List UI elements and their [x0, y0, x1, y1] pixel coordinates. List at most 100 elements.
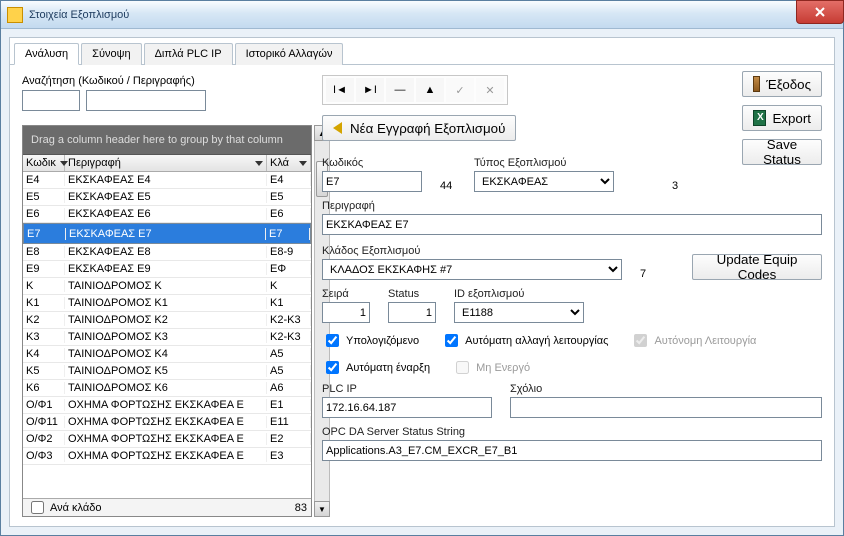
opc-label: OPC DA Server Status String [322, 426, 822, 438]
plc-input[interactable] [322, 397, 492, 418]
table-cell: ΤΑΙΝΙΟΔΡΟΜΟΣ K2 [65, 314, 267, 326]
tab-label: Σύνοψη [92, 48, 130, 60]
grid-footer: Ανά κλάδο 83 [23, 498, 311, 516]
table-row[interactable]: Ο/Φ1ΟΧΗΜΑ ΦΟΡΤΩΣΗΣ ΕΚΣΚΑΦΕΑ ΕE1 [23, 397, 311, 414]
table-cell: K2-K3 [267, 314, 311, 326]
exit-button[interactable]: Έξοδος [742, 71, 822, 97]
table-cell: E9 [23, 263, 65, 275]
table-cell: E3 [267, 450, 311, 462]
table-row[interactable]: K4ΤΑΙΝΙΟΔΡΟΜΟΣ K4A5 [23, 346, 311, 363]
search-desc-input[interactable] [86, 90, 206, 111]
autonomous-checkbox: Αυτόνομη Λειτουργία [630, 331, 756, 350]
col-header-branch[interactable]: Κλά [267, 155, 311, 171]
table-cell: ΕΚΣΚΑΦΕΑΣ Ε5 [65, 191, 267, 203]
tab-summary[interactable]: Σύνοψη [81, 43, 141, 65]
nav-first-button[interactable]: I◄ [326, 78, 354, 102]
table-cell: ΤΑΙΝΙΟΔΡΟΜΟΣ K1 [65, 297, 267, 309]
per-branch-checkbox[interactable]: Ανά κλάδο [27, 498, 102, 517]
col-label: Κωδικ [26, 157, 56, 169]
table-cell: ΤΑΙΝΙΟΔΡΟΜΟΣ K [65, 280, 267, 292]
auto-mode-checkbox[interactable]: Αυτόματη αλλαγή λειτουργίας [441, 331, 608, 350]
table-row[interactable]: K6ΤΑΙΝΙΟΔΡΟΜΟΣ K6A6 [23, 380, 311, 397]
table-row[interactable]: K3ΤΑΙΝΙΟΔΡΟΜΟΣ K3K2-K3 [23, 329, 311, 346]
auto-mode-check[interactable] [445, 334, 458, 347]
series-label: Σειρά [322, 288, 370, 300]
app-icon [7, 7, 23, 23]
type-select[interactable]: ΕΚΣΚΑΦΕΑΣ [474, 171, 614, 192]
table-row[interactable]: KΤΑΙΝΙΟΔΡΟΜΟΣ KK [23, 278, 311, 295]
nav-cancel-button[interactable]: ✕ [476, 78, 504, 102]
nav-post-button[interactable]: ▲ [416, 78, 444, 102]
nav-edit-button[interactable]: ✓ [446, 78, 474, 102]
table-cell: K [23, 280, 65, 292]
table-row[interactable]: K1ΤΑΙΝΙΟΔΡΟΜΟΣ K1K1 [23, 295, 311, 312]
table-cell: A5 [267, 365, 311, 377]
tab-analysis[interactable]: Ανάλυση [14, 43, 79, 65]
search-label: Αναζήτηση (Κωδικού / Περιγραφής) [22, 75, 312, 87]
button-label: Save Status [753, 137, 811, 167]
table-cell: ΟΧΗΜΑ ΦΟΡΤΩΣΗΣ ΕΚΣΚΑΦΕΑ Ε [65, 450, 267, 462]
dropdown-icon[interactable] [299, 161, 307, 166]
code-input[interactable] [322, 171, 422, 192]
table-row[interactable]: E4ΕΚΣΚΑΦΕΑΣ Ε4E4 [23, 172, 311, 189]
equip-id-select[interactable]: E1188 [454, 302, 584, 323]
main-window: Στοιχεία Εξοπλισμού Ανάλυση Σύνοψη Διπλά… [0, 0, 844, 536]
nav-delete-button[interactable]: — [386, 78, 414, 102]
series-input[interactable] [322, 302, 370, 323]
col-header-code[interactable]: Κωδικ [23, 155, 65, 171]
table-row[interactable]: E9ΕΚΣΚΑΦΕΑΣ Ε9ΕΦ [23, 261, 311, 278]
table-row[interactable]: K2ΤΑΙΝΙΟΔΡΟΜΟΣ K2K2-K3 [23, 312, 311, 329]
right-pane: I◄ ►I — ▲ ✓ ✕ Έξοδος Export Save Status … [322, 75, 822, 517]
table-cell: E1 [267, 399, 311, 411]
auto-start-checkbox[interactable]: Αυτόματη έναρξη [322, 358, 430, 377]
equipment-grid[interactable]: Drag a column header here to group by th… [22, 125, 312, 517]
opc-input[interactable] [322, 440, 822, 461]
close-button[interactable] [796, 0, 844, 24]
table-row[interactable]: E6ΕΚΣΚΑΦΕΑΣ Ε6E6 [23, 206, 311, 223]
col-header-desc[interactable]: Περιγραφή [65, 155, 267, 171]
table-row[interactable]: E7ΕΚΣΚΑΦΕΑΣ Ε7E7 [23, 223, 311, 244]
table-cell: K5 [23, 365, 65, 377]
inactive-checkbox: Μη Ενεργό [452, 358, 530, 377]
button-label: Έξοδος [766, 77, 811, 92]
table-cell: Ο/Φ11 [23, 416, 65, 428]
per-branch-check[interactable] [31, 501, 44, 514]
table-row[interactable]: Ο/Φ11ΟΧΗΜΑ ΦΟΡΤΩΣΗΣ ΕΚΣΚΑΦΕΑ ΕE11 [23, 414, 311, 431]
table-row[interactable]: Ο/Φ2ΟΧΗΜΑ ΦΟΡΤΩΣΗΣ ΕΚΣΚΑΦΕΑ ΕE2 [23, 431, 311, 448]
save-status-button[interactable]: Save Status [742, 139, 822, 165]
table-cell: K4 [23, 348, 65, 360]
tab-dup-plc[interactable]: Διπλά PLC IP [144, 43, 233, 65]
nav-last-button[interactable]: ►I [356, 78, 384, 102]
table-cell: E5 [23, 191, 65, 203]
comment-input[interactable] [510, 397, 822, 418]
computed-check[interactable] [326, 334, 339, 347]
table-row[interactable]: Ο/Φ3ΟΧΗΜΑ ΦΟΡΤΩΣΗΣ ΕΚΣΚΑΦΕΑ ΕE3 [23, 448, 311, 465]
table-row[interactable]: E8ΕΚΣΚΑΦΕΑΣ Ε8E8-9 [23, 244, 311, 261]
auto-start-check[interactable] [326, 361, 339, 374]
grid-group-panel[interactable]: Drag a column header here to group by th… [23, 126, 311, 155]
table-cell: E6 [267, 208, 311, 220]
update-equip-button[interactable]: Update Equip Codes [692, 254, 822, 280]
table-cell: E6 [23, 208, 65, 220]
status-input[interactable] [388, 302, 436, 323]
check-label: Αυτόματη αλλαγή λειτουργίας [465, 335, 608, 347]
tab-history[interactable]: Ιστορικό Αλλαγών [235, 43, 344, 65]
table-row[interactable]: K5ΤΑΙΝΙΟΔΡΟΜΟΣ K5A5 [23, 363, 311, 380]
table-cell: ΟΧΗΜΑ ΦΟΡΤΩΣΗΣ ΕΚΣΚΑΦΕΑ Ε [65, 399, 267, 411]
dropdown-icon[interactable] [255, 161, 263, 166]
computed-checkbox[interactable]: Υπολογιζόμενο [322, 331, 419, 350]
desc-input[interactable] [322, 214, 822, 235]
branch-select[interactable]: ΚΛΑΔΟΣ ΕΚΣΚΑΦΗΣ #7 [322, 259, 622, 280]
table-row[interactable]: E5ΕΚΣΚΑΦΕΑΣ Ε5E5 [23, 189, 311, 206]
table-cell: ΤΑΙΝΙΟΔΡΟΜΟΣ K3 [65, 331, 267, 343]
title-bar[interactable]: Στοιχεία Εξοπλισμού [1, 1, 843, 29]
export-button[interactable]: Export [742, 105, 822, 131]
new-record-button[interactable]: Νέα Εγγραφή Εξοπλισμού [322, 115, 516, 141]
tab-panel: Αναζήτηση (Κωδικού / Περιγραφής) Drag a … [10, 65, 834, 525]
table-cell: K2-K3 [267, 331, 311, 343]
search-code-input[interactable] [22, 90, 80, 111]
table-cell: E4 [23, 174, 65, 186]
table-cell: ΕΚΣΚΑΦΕΑΣ Ε9 [65, 263, 267, 275]
grid-body[interactable]: E4ΕΚΣΚΑΦΕΑΣ Ε4E4E5ΕΚΣΚΑΦΕΑΣ Ε5E5E6ΕΚΣΚΑΦ… [23, 172, 311, 498]
window-title: Στοιχεία Εξοπλισμού [29, 9, 129, 21]
